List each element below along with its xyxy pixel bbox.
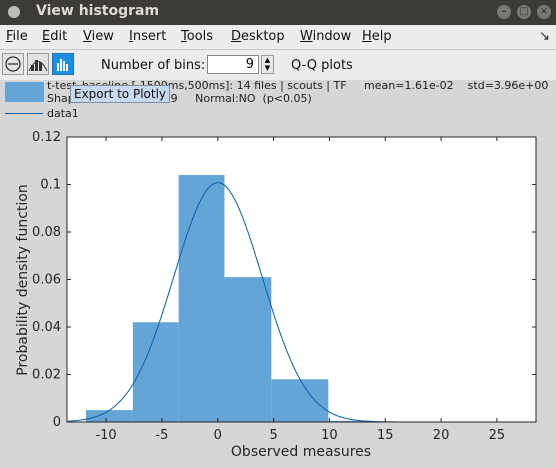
histogram-fit-icon bbox=[28, 60, 48, 72]
qq-plots-button[interactable]: Q-Q plots bbox=[291, 58, 353, 73]
window-title: View histogram bbox=[36, 3, 160, 19]
histogram-bar-4 bbox=[271, 379, 329, 422]
y-tick-label: 0.02 bbox=[32, 368, 61, 383]
bins-spinner[interactable]: ▲ ▼ bbox=[261, 55, 274, 74]
menu-help[interactable]: Help bbox=[362, 29, 392, 44]
legend-series-name: data1 bbox=[47, 107, 79, 120]
menu-file[interactable]: File bbox=[6, 29, 28, 44]
y-tick-label: 0.06 bbox=[32, 273, 61, 288]
maximize-icon[interactable]: □ bbox=[517, 5, 531, 19]
x-tick-label: -10 bbox=[95, 428, 116, 443]
menu-insert[interactable]: Insert bbox=[129, 29, 166, 44]
histogram-chart: -10 -5 0 5 10 15 20 25 0 0.02 0.04 0.06 0.08 0.1 0.12… bbox=[15, 130, 537, 460]
dock-arrow-icon[interactable]: ↘ bbox=[539, 29, 550, 44]
x-tick-label: 5 bbox=[269, 428, 277, 443]
no-symbol-toggle-button[interactable] bbox=[2, 53, 24, 75]
x-axis-label: Observed measures bbox=[231, 444, 371, 460]
bar-chart-icon bbox=[57, 59, 68, 71]
title-bar: View histogram – □ × bbox=[0, 0, 556, 25]
menu-edit[interactable]: Edit bbox=[42, 29, 67, 44]
window-menu-icon[interactable] bbox=[8, 6, 20, 18]
legend-bar-swatch bbox=[5, 82, 44, 102]
x-tick-label: 0 bbox=[214, 428, 222, 443]
histogram-bar-2 bbox=[178, 175, 225, 422]
x-tick-label: 20 bbox=[433, 428, 450, 443]
x-tick-label: 15 bbox=[377, 428, 394, 443]
x-tick-label: 25 bbox=[489, 428, 506, 443]
normal-fit-toggle-button[interactable] bbox=[27, 53, 49, 75]
y-axis-label: Probability density function bbox=[15, 184, 31, 375]
bins-label: Number of bins: bbox=[101, 58, 206, 73]
export-tooltip: Export to Plotly bbox=[70, 85, 171, 103]
close-icon[interactable]: × bbox=[537, 5, 551, 19]
bars-toggle-button[interactable] bbox=[52, 53, 74, 75]
bins-input[interactable]: 9 bbox=[207, 55, 259, 74]
y-tick-label: 0.08 bbox=[32, 225, 61, 240]
x-tick-label: 10 bbox=[321, 428, 338, 443]
x-tick-label: -5 bbox=[155, 428, 168, 443]
no-symbol-icon bbox=[5, 56, 21, 72]
legend-line-swatch bbox=[5, 113, 43, 114]
minimize-icon[interactable]: – bbox=[497, 5, 511, 19]
histogram-bar-3 bbox=[224, 277, 272, 422]
toolbar: Number of bins: 9 ▲ ▼ Q-Q plots bbox=[0, 50, 556, 80]
y-tick-label: 0.04 bbox=[32, 320, 61, 335]
y-tick-label: 0 bbox=[53, 415, 61, 430]
y-tick-label: 0.1 bbox=[40, 178, 61, 193]
menu-tools[interactable]: Tools bbox=[181, 29, 213, 44]
menu-view[interactable]: View bbox=[83, 29, 114, 44]
histogram-bar-0 bbox=[85, 410, 133, 422]
menu-desktop[interactable]: Desktop bbox=[231, 29, 285, 44]
menu-window[interactable]: Window bbox=[300, 29, 351, 44]
menu-bar: File Edit View Insert Tools Desktop Wind… bbox=[0, 25, 556, 50]
y-tick-label: 0.12 bbox=[32, 130, 61, 145]
